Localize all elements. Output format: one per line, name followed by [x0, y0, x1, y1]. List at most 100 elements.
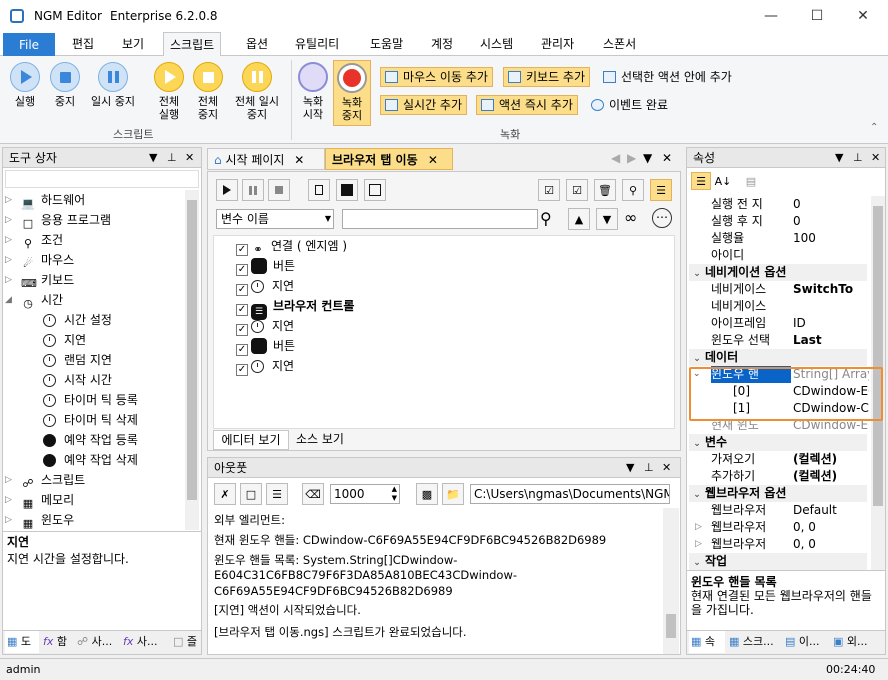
- menu-help[interactable]: 도움말: [364, 32, 409, 56]
- dropdown-icon[interactable]: ▼: [626, 458, 634, 478]
- menu-view[interactable]: 보기: [116, 32, 150, 56]
- property-value[interactable]: Last: [793, 332, 869, 349]
- property-value[interactable]: 0: [793, 196, 869, 213]
- editor-stop-icon[interactable]: [268, 179, 290, 201]
- property-row[interactable]: 윈도우 선택 Last: [707, 332, 867, 349]
- pause-all-button[interactable]: 전체 일시 중지: [228, 62, 286, 121]
- collapsed-arrow-icon[interactable]: ▷: [5, 470, 12, 490]
- menu-system[interactable]: 시스템: [474, 32, 519, 56]
- tab-functions[interactable]: fx 함: [41, 631, 73, 653]
- toolbox-item-1[interactable]: ▷ □ 응용 프로그램: [5, 210, 111, 230]
- property-row[interactable]: 웹브라우저 0, 0 ▷: [695, 519, 869, 536]
- property-row[interactable]: 네비게이스 SwitchTo: [707, 281, 867, 298]
- checkbox[interactable]: ✓: [236, 324, 248, 336]
- new-log-icon[interactable]: □: [240, 483, 262, 505]
- tab-editor-view[interactable]: 에디터 보기: [213, 430, 289, 450]
- toolbox-item-7[interactable]: 지연: [43, 330, 86, 350]
- collapsed-arrow-icon[interactable]: ▷: [5, 510, 12, 530]
- collapse-arrow-icon[interactable]: ⌄: [689, 436, 705, 453]
- tab-browser-switch[interactable]: 브라우저 탭 이동 ✕: [325, 148, 453, 170]
- property-value[interactable]: (컬렉션): [793, 451, 869, 468]
- list-icon[interactable]: ☰: [266, 483, 288, 505]
- property-value[interactable]: 0, 0: [793, 519, 869, 536]
- toolbox-item-2[interactable]: ▷ ⚲ 조건: [5, 230, 63, 250]
- editor-pause-icon[interactable]: [242, 179, 264, 201]
- action-browser-control[interactable]: ✓ ☰ 브라우저 컨트롤: [236, 296, 354, 320]
- tab-favorites[interactable]: □ 즐: [171, 631, 201, 653]
- add-realtime-button[interactable]: 실시간 추가: [380, 95, 468, 115]
- tab-prev-icon[interactable]: ◀: [611, 151, 620, 165]
- menu-sponsor[interactable]: 스폰서: [597, 32, 642, 56]
- toolbox-item-6[interactable]: 시간 설정: [43, 310, 112, 330]
- collapsed-arrow-icon[interactable]: ▷: [5, 250, 12, 270]
- tree-view-icon[interactable]: ☰: [650, 179, 672, 201]
- loop-icon[interactable]: ∞: [624, 208, 637, 227]
- toolbox-item-9[interactable]: 시작 시간: [43, 370, 112, 390]
- collapsed-arrow-icon[interactable]: ▷: [5, 270, 12, 290]
- output-scrollbar[interactable]: [663, 508, 679, 654]
- property-row[interactable]: 웹브라우저 Default: [707, 502, 867, 519]
- property-value[interactable]: 0: [793, 213, 869, 230]
- menu-account[interactable]: 계정: [425, 32, 459, 56]
- search-icon[interactable]: ⚲: [622, 179, 644, 201]
- delete-icon[interactable]: 🗑: [594, 179, 616, 201]
- move-down-icon[interactable]: ▼: [596, 208, 618, 230]
- tab-image[interactable]: ▤ 이...: [783, 631, 829, 653]
- check-all-icon[interactable]: ☑: [538, 179, 560, 201]
- action-button[interactable]: ✓ 버튼: [236, 336, 295, 356]
- run-button[interactable]: 실행: [4, 62, 46, 108]
- property-row[interactable]: 실행 전 지 0: [707, 196, 867, 213]
- editor-run-icon[interactable]: [216, 179, 238, 201]
- tab-close-icon[interactable]: ✕: [294, 153, 304, 167]
- checkbox[interactable]: ✓: [236, 244, 248, 256]
- menu-script[interactable]: 스크립트: [163, 32, 222, 57]
- toolbox-item-0[interactable]: ▷ 💻 하드웨어: [5, 190, 85, 210]
- check-icon[interactable]: ☑: [566, 179, 588, 201]
- toolbox-item-15[interactable]: ▷ ▦ 메모리: [5, 490, 74, 510]
- property-row[interactable]: 아이프레임 ID: [707, 315, 867, 332]
- collapsed-arrow-icon[interactable]: ▷: [5, 210, 12, 230]
- pin-icon[interactable]: ⊥: [644, 458, 654, 478]
- toolbox-item-10[interactable]: 타이머 틱 등록: [43, 390, 138, 410]
- property-value[interactable]: ID: [793, 315, 869, 332]
- toolbox-scrollbar[interactable]: [185, 190, 199, 530]
- toolbox-item-3[interactable]: ▷ ☄ 마우스: [5, 250, 74, 270]
- collapsed-arrow-icon[interactable]: ▷: [5, 190, 12, 210]
- toolbox-item-16[interactable]: ▷ ▦ 윈도우: [5, 510, 74, 530]
- expand-arrow-icon[interactable]: ▷: [695, 519, 702, 536]
- tab-properties[interactable]: ▦ 속: [689, 631, 725, 653]
- menu-utility[interactable]: 유틸리티: [289, 32, 345, 56]
- toolbox-item-13[interactable]: 예약 작업 삭제: [43, 450, 138, 470]
- collapsed-arrow-icon[interactable]: ▷: [5, 490, 12, 510]
- collapse-arrow-icon[interactable]: ⌄: [689, 266, 705, 283]
- dropdown-icon[interactable]: ▼: [149, 148, 157, 168]
- pin-icon[interactable]: ⊥: [167, 148, 177, 168]
- toolbox-item-5[interactable]: ◢ ◷ 시간: [5, 290, 63, 310]
- stop-button[interactable]: 중지: [44, 62, 86, 108]
- property-row[interactable]: 추가하기 (컬렉션): [707, 468, 867, 485]
- more-icon[interactable]: ⋯: [652, 208, 672, 228]
- tab-source-view[interactable]: 소스 보기: [290, 430, 350, 450]
- action-delay[interactable]: ✓ 지연: [236, 276, 294, 296]
- collapse-ribbon-icon[interactable]: ⌃: [870, 122, 878, 133]
- eraser-icon[interactable]: ⌫: [302, 483, 324, 505]
- checkbox[interactable]: ✓: [236, 264, 248, 276]
- property-value[interactable]: 100: [793, 230, 869, 247]
- close-icon[interactable]: ✕: [185, 148, 194, 168]
- menu-options[interactable]: 옵션: [240, 32, 274, 56]
- toolbox-item-8[interactable]: 랜덤 지연: [43, 350, 112, 370]
- tab-toolbox[interactable]: ▦ 도: [5, 631, 39, 653]
- editor-run-from-icon[interactable]: [336, 179, 358, 201]
- add-keyboard-button[interactable]: 키보드 추가: [503, 67, 591, 87]
- pin-icon[interactable]: ⊥: [853, 148, 863, 168]
- search-icon[interactable]: ⚲: [540, 209, 552, 228]
- maximize-button[interactable]: ☐: [794, 0, 840, 32]
- action-delay[interactable]: ✓ 지연: [236, 356, 294, 376]
- editor-step-icon[interactable]: [308, 179, 330, 201]
- close-icon[interactable]: ✕: [871, 148, 880, 168]
- run-all-button[interactable]: 전체 실행: [148, 62, 190, 121]
- event-complete-button[interactable]: 이벤트 완료: [586, 95, 673, 115]
- close-button[interactable]: ✕: [840, 0, 886, 32]
- add-selected-action-button[interactable]: 선택한 액션 안에 추가: [598, 67, 737, 87]
- toolbox-item-11[interactable]: 타이머 틱 삭제: [43, 410, 138, 430]
